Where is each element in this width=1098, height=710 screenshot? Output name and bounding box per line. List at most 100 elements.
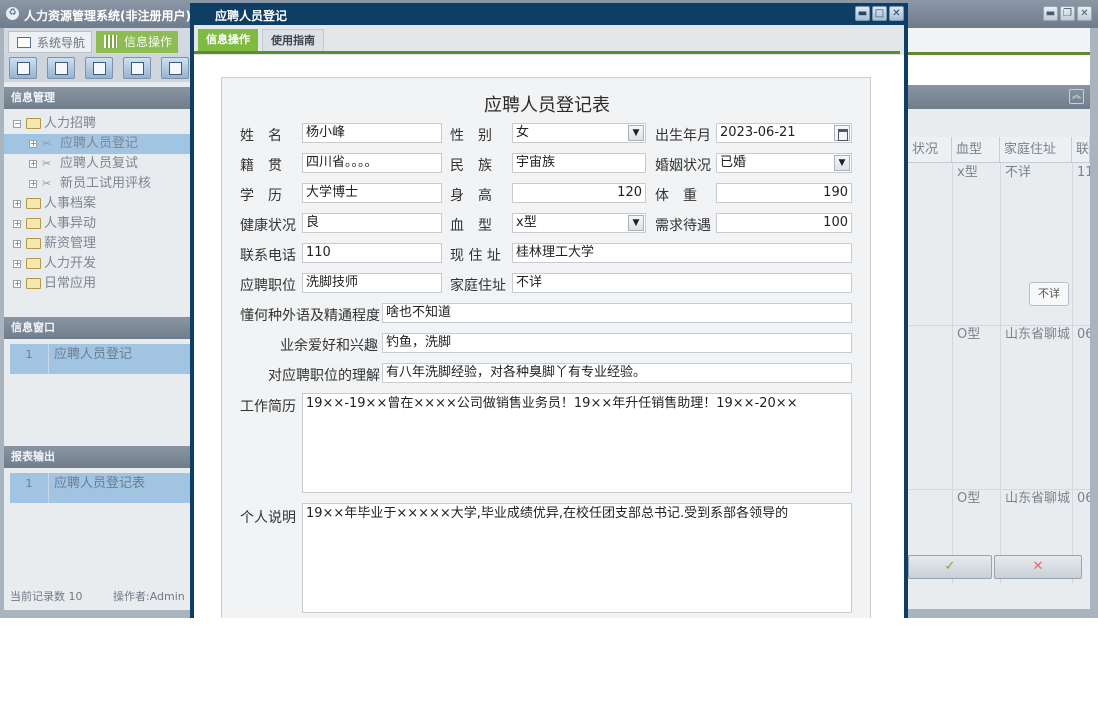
list-item-label: 应聘人员登记 [54,347,133,362]
tree-item-applicant-register[interactable]: + ✂ 应聘人员登记 [4,134,190,154]
weight-field[interactable]: 190 [716,183,852,203]
document-button[interactable] [85,57,113,79]
ethnic-label: 民 族 [450,158,492,174]
column-header[interactable]: 状况 [908,137,952,163]
users-button[interactable] [123,57,151,79]
table-cell[interactable]: 06 [1073,325,1090,345]
column-header[interactable]: 家庭住址 [1000,137,1072,163]
search-button[interactable] [9,57,37,79]
health-field[interactable]: 良 [302,213,442,233]
expand-icon[interactable]: + [13,280,21,288]
height-field[interactable]: 120 [512,183,646,203]
minimize-icon[interactable]: ▬ [1043,6,1058,21]
document-icon [93,62,106,75]
list-item[interactable]: 1 应聘人员登记表 [10,473,190,503]
collapse-icon[interactable]: − [13,120,21,128]
folder-icon [26,278,41,289]
tree-item-label: 人力开发 [44,256,97,271]
tree-item-label: 应聘人员复试 [60,156,139,171]
birth-date-value: 2023-06-21 [720,125,796,140]
name-label: 姓 名 [240,128,282,144]
tree-item-development[interactable]: + 人力开发 [4,254,190,274]
folder-icon [26,238,41,249]
native-place-field[interactable]: 四川省。。。。 [302,153,442,173]
window-button[interactable] [161,57,189,79]
table-cell[interactable]: 山东省聊城 [1001,489,1071,509]
name-field[interactable]: 杨小峰 [302,123,442,143]
expand-icon[interactable]: + [13,220,21,228]
education-field[interactable]: 大学博士 [302,183,442,203]
resume-label: 工作简历 [240,399,296,415]
cancel-button[interactable]: ✕ [994,555,1082,579]
table-cell[interactable]: 不详 [1001,163,1071,183]
chevron-down-icon[interactable]: ▼ [628,125,644,141]
column-header[interactable]: 联 [1072,137,1090,163]
restore-icon[interactable]: ❐ [1060,6,1075,21]
understanding-field[interactable]: 有八年洗脚经验，对各种臭脚丫有专业经验。 [382,363,852,383]
tree-item-archives[interactable]: + 人事档案 [4,194,190,214]
blood-type-select[interactable]: x型 ▼ [512,213,646,233]
confirm-button[interactable]: ✓ [908,555,992,579]
close-icon[interactable]: ✕ [889,6,904,21]
list-button[interactable] [47,57,75,79]
calendar-icon[interactable] [834,125,850,141]
birth-label: 出生年月 [655,128,711,144]
minimize-icon[interactable]: ▬ [855,6,870,21]
pane-top [908,28,1090,52]
nav-tree: − 人力招聘 + ✂ 应聘人员登记 + ✂ 应聘人员复试 + ✂ 新员工试用评核… [4,114,190,294]
expand-icon[interactable]: + [29,180,37,188]
table-cell[interactable]: O型 [953,489,999,509]
tab-info-ops[interactable]: 信息操作 [96,31,178,53]
birth-date-field[interactable]: 2023-06-21 [716,123,852,143]
column-header[interactable]: 血型 [952,137,1000,163]
tab-user-guide[interactable]: 使用指南 [262,29,324,51]
collapse-up-icon[interactable]: ︽ [1069,89,1084,104]
phone-field[interactable]: 110 [302,243,442,263]
blood-type-value: x型 [516,215,537,230]
tree-item-trial-eval[interactable]: + ✂ 新员工试用评核 [4,174,190,194]
gender-select[interactable]: 女 ▼ [512,123,646,143]
list-separator [48,344,49,374]
hobby-field[interactable]: 钓鱼，洗脚 [382,333,852,353]
position-label: 应聘职位 [240,278,296,294]
expand-icon[interactable]: + [13,260,21,268]
address-field[interactable]: 桂林理工大学 [512,243,852,263]
chevron-down-icon[interactable]: ▼ [834,155,850,171]
tree-item-salary[interactable]: + 薪资管理 [4,234,190,254]
resume-textarea[interactable]: 19××-19××曾在××××公司做销售业务员！19××年升任销售助理！19××… [302,393,852,493]
table-cell[interactable]: x型 [953,163,999,183]
table-cell[interactable]: 山东省聊城 [1001,325,1071,345]
list-item[interactable]: 1 应聘人员登记 [10,344,190,374]
tab-info-ops[interactable]: 信息操作 [198,29,258,51]
tree-item-recruit[interactable]: − 人力招聘 [4,114,190,134]
applicant-register-dialog: 应聘人员登记 ▬ □ ✕ 信息操作 使用指南 应聘人员登记表 姓 名 杨小峰 性… [190,3,908,618]
address-label: 现 住 址 [450,248,501,264]
tree-item-applicant-retest[interactable]: + ✂ 应聘人员复试 [4,154,190,174]
statement-textarea[interactable]: 19××年毕业于×××××大学,毕业成绩优异,在校任团支部总书记.受到系部各领导… [302,503,852,613]
tools-icon: ✂ [42,157,52,170]
tree-item-daily[interactable]: + 日常应用 [4,274,190,294]
chevron-down-icon[interactable]: ▼ [628,215,644,231]
tab-info-ops-label: 信息操作 [124,35,173,49]
expand-icon[interactable]: + [13,200,21,208]
tree-item-transfer[interactable]: + 人事异动 [4,214,190,234]
dialog-title-bar[interactable]: 应聘人员登记 ▬ □ ✕ [190,3,908,25]
tab-system-nav[interactable]: 系统导航 [8,31,92,53]
expand-icon[interactable]: + [29,160,37,168]
marital-select[interactable]: 已婚 ▼ [716,153,852,173]
ethnic-field[interactable]: 宇宙族 [512,153,646,173]
search-icon [17,62,30,75]
dialog-controls: ▬ □ ✕ [855,6,904,21]
table-cell[interactable]: O型 [953,325,999,345]
home-address-field[interactable]: 不详 [512,273,852,293]
salary-field[interactable]: 100 [716,213,852,233]
expand-icon[interactable]: + [29,140,37,148]
expand-icon[interactable]: + [13,240,21,248]
close-icon[interactable]: ✕ [1077,6,1092,21]
maximize-icon[interactable]: □ [872,6,887,21]
table-cell[interactable]: 11 [1073,163,1090,183]
language-field[interactable]: 啥也不知道 [382,303,852,323]
table-cell[interactable]: 06 [1073,489,1090,509]
detail-button[interactable]: 不详 [1029,282,1069,306]
position-field[interactable]: 洗脚技师 [302,273,442,293]
